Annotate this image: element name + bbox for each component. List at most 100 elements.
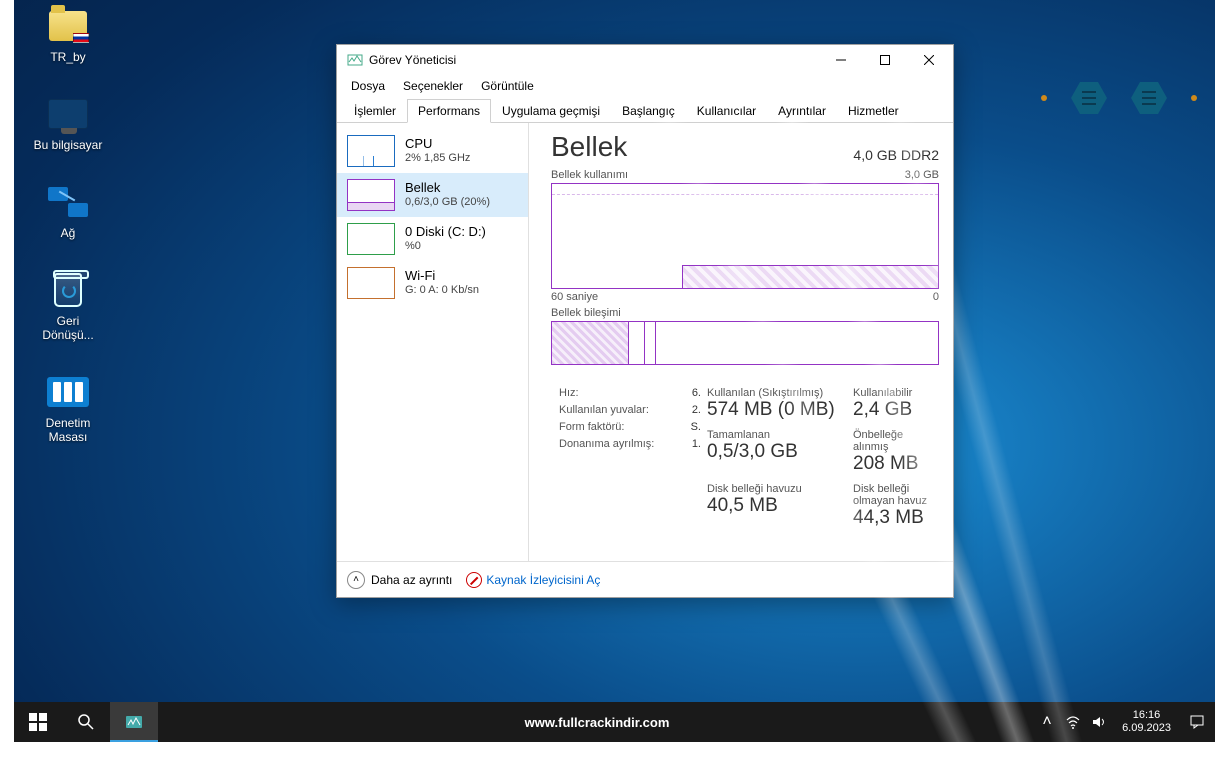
desktop-icon-label: TR_by [50, 50, 85, 64]
page-title: Bellek [551, 131, 627, 163]
sidebar-item-sub: 2% 1,85 GHz [405, 151, 470, 166]
fewer-details-label: Daha az ayrıntı [371, 573, 452, 587]
desktop-icon-this-pc[interactable]: Bu bilgisayar [28, 92, 108, 152]
desktop-icon-label: Ağ [61, 226, 76, 240]
composition-chart-label: Bellek bileşimi [551, 307, 939, 319]
tab-startup[interactable]: Başlangıç [611, 99, 686, 122]
app-icon [347, 52, 363, 68]
stat-nonpaged: 44,3 MB [853, 507, 939, 529]
kv-hw: 1. [692, 436, 701, 453]
stat-available: 2,4 GB [853, 399, 939, 421]
tray-date: 6.09.2023 [1122, 722, 1171, 735]
maximize-button[interactable] [863, 45, 907, 75]
tray-network[interactable] [1062, 702, 1084, 742]
desktop-icon-network[interactable]: Ağ [28, 180, 108, 240]
sidebar-item-memory[interactable]: Bellek 0,6/3,0 GB (20%) [337, 173, 528, 217]
menu-view[interactable]: Görüntüle [473, 77, 542, 95]
kv-speed: 6. [692, 385, 701, 402]
usage-chart-scale: 3,0 GB [905, 169, 939, 181]
shield-warning-icon [466, 572, 482, 588]
wifi-icon [1065, 714, 1081, 730]
minimize-button[interactable] [819, 45, 863, 75]
search-button[interactable] [62, 702, 110, 742]
folder-icon [46, 4, 90, 48]
usage-chart-label: Bellek kullanımı [551, 169, 628, 181]
x-axis-right: 0 [933, 291, 939, 303]
stat-used: 574 MB (0 MB) [707, 399, 847, 421]
memory-thumb-icon [347, 179, 395, 211]
x-axis-left: 60 saniye [551, 291, 598, 303]
stat-cached: 208 MB [853, 453, 939, 475]
performance-main: Bellek 4,0 GB DDR2 Bellek kullanımı 3,0 … [529, 123, 953, 561]
tab-users[interactable]: Kullanıcılar [686, 99, 767, 122]
start-button[interactable] [14, 702, 62, 742]
fewer-details-button[interactable]: ˄ Daha az ayrıntı [347, 571, 452, 589]
hexagon-icon [1131, 82, 1167, 114]
wifi-thumb-icon [347, 267, 395, 299]
sidebar-item-sub: G: 0 A: 0 Kb/sn [405, 283, 479, 298]
desktop[interactable]: TR_by Bu bilgisayar Ağ Geri Dönüşü... De… [14, 0, 1215, 742]
titlebar[interactable]: Görev Yöneticisi [337, 45, 953, 75]
tab-details[interactable]: Ayrıntılar [767, 99, 837, 122]
stat-committed: 0,5/3,0 GB [707, 441, 847, 463]
stat-label: Önbelleğe alınmış [853, 429, 939, 453]
tab-strip: İşlemler Performans Uygulama geçmişi Baş… [337, 97, 953, 123]
sidebar-item-sub: 0,6/3,0 GB (20%) [405, 195, 490, 210]
speaker-icon [1091, 714, 1107, 730]
memory-composition-chart[interactable] [551, 321, 939, 365]
hexagon-icon [1071, 82, 1107, 114]
windows-logo-icon [29, 713, 47, 731]
sidebar-item-label: Wi-Fi [405, 268, 479, 283]
stat-label: Kullanılabilir [853, 387, 939, 399]
menu-options[interactable]: Seçenekler [395, 77, 471, 95]
tray-volume[interactable] [1088, 702, 1110, 742]
resource-sidebar: CPU 2% 1,85 GHz Bellek 0,6/3,0 GB (20%) [337, 123, 529, 561]
resource-monitor-label: Kaynak İzleyicisini Aç [486, 573, 600, 587]
desktop-icon-label: Geri Dönüşü... [30, 314, 106, 342]
tray-clock[interactable]: 16:16 6.09.2023 [1114, 709, 1179, 735]
stat-label: Disk belleği olmayan havuz [853, 483, 939, 507]
tray-action-center[interactable] [1183, 702, 1211, 742]
task-manager-icon [124, 712, 144, 732]
task-manager-window: Görev Yöneticisi Dosya Seçenekler Görünt… [336, 44, 954, 598]
desktop-icon-label: Denetim Masası [30, 416, 106, 444]
notification-icon [1189, 714, 1205, 730]
stat-paged: 40,5 MB [707, 495, 847, 517]
sidebar-item-cpu[interactable]: CPU 2% 1,85 GHz [337, 129, 528, 173]
kv-label: Kullanılan yuvalar: [559, 402, 649, 419]
kv-label: Donanıma ayrılmış: [559, 436, 654, 453]
desktop-icon-recycle-bin[interactable]: Geri Dönüşü... [28, 268, 108, 342]
sidebar-item-wifi[interactable]: Wi-Fi G: 0 A: 0 Kb/sn [337, 261, 528, 305]
memory-usage-chart[interactable] [551, 183, 939, 289]
kv-form: S. [691, 419, 701, 436]
kv-slots: 2. [692, 402, 701, 419]
tab-app-history[interactable]: Uygulama geçmişi [491, 99, 611, 122]
taskbar-app-task-manager[interactable] [110, 702, 158, 742]
window-title: Görev Yöneticisi [369, 53, 819, 67]
sidebar-item-sub: %0 [405, 239, 486, 254]
network-icon [46, 180, 90, 224]
taskbar: www.fullcrackindir.com ˄ 16:16 6.09.2023 [14, 702, 1215, 742]
tab-services[interactable]: Hizmetler [837, 99, 910, 122]
sidebar-item-label: CPU [405, 136, 470, 151]
computer-icon [46, 92, 90, 136]
control-panel-icon [46, 370, 90, 414]
cpu-thumb-icon [347, 135, 395, 167]
kv-label: Hız: [559, 385, 579, 402]
open-resource-monitor-link[interactable]: Kaynak İzleyicisini Aç [466, 572, 600, 588]
recycle-bin-icon [46, 268, 90, 312]
desktop-icon-tr-by[interactable]: TR_by [28, 4, 108, 64]
desktop-icon-label: Bu bilgisayar [34, 138, 103, 152]
stat-label: Tamamlanan [707, 429, 847, 441]
tab-processes[interactable]: İşlemler [343, 99, 407, 122]
menu-file[interactable]: Dosya [343, 77, 393, 95]
desktop-icon-control-panel[interactable]: Denetim Masası [28, 370, 108, 444]
sidebar-item-label: 0 Diski (C: D:) [405, 224, 486, 239]
tray-show-hidden[interactable]: ˄ [1036, 702, 1058, 742]
disk-thumb-icon [347, 223, 395, 255]
sidebar-item-label: Bellek [405, 180, 490, 195]
close-button[interactable] [907, 45, 951, 75]
window-footer: ˄ Daha az ayrıntı Kaynak İzleyicisini Aç [337, 561, 953, 597]
sidebar-item-disk[interactable]: 0 Diski (C: D:) %0 [337, 217, 528, 261]
tab-performance[interactable]: Performans [407, 99, 491, 123]
